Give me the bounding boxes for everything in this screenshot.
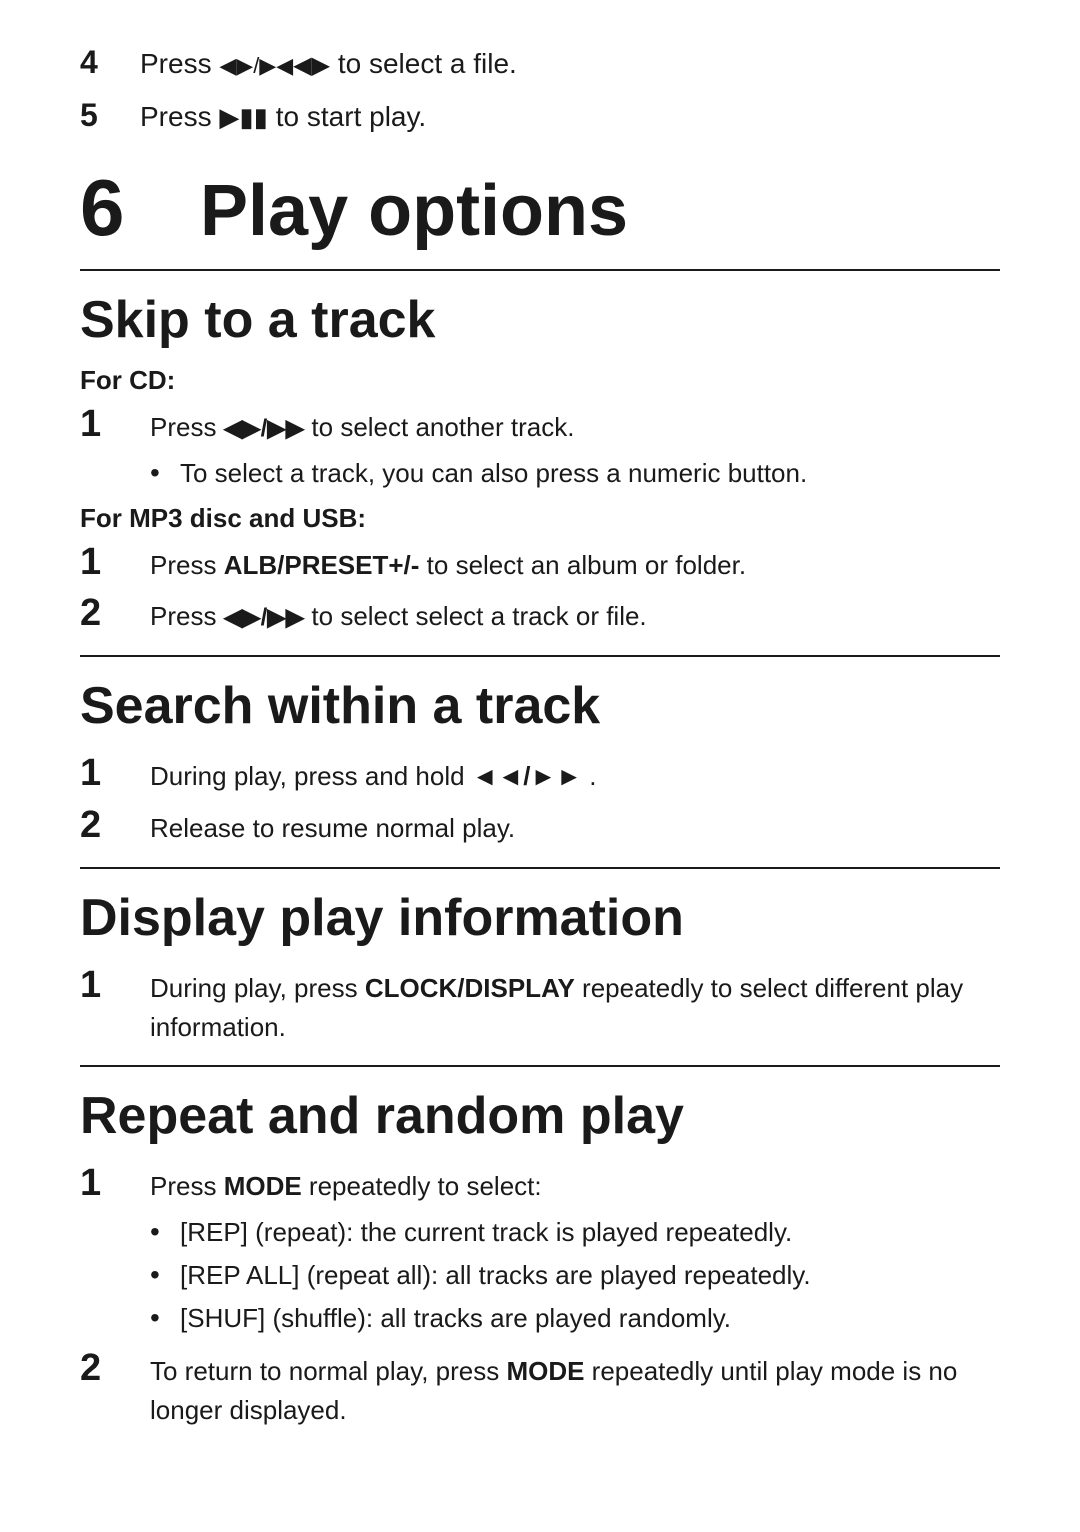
intro-step-4: 4 Press ◀▶/▶◀◀▶ to select a file. bbox=[80, 40, 1000, 85]
divider-after-skip bbox=[80, 655, 1000, 657]
skip-cd-bullet-1-text: To select a track, you can also press a … bbox=[180, 454, 807, 493]
divider-after-display bbox=[80, 1065, 1000, 1067]
skip-mp3-step-1-content: Press ALB/PRESET+/- to select an album o… bbox=[150, 546, 1000, 585]
search-step-1-content: During play, press and hold ◄◄/►► . bbox=[150, 757, 1000, 796]
intro-step-5-num: 5 bbox=[80, 93, 140, 138]
repeat-bullet-1-text: [REP] (repeat): the current track is pla… bbox=[180, 1213, 792, 1252]
section-skip-body: For CD: 1 Press ◀▶/▶▶ to select another … bbox=[80, 365, 1000, 637]
repeat-bullet-3-text: [SHUF] (shuffle): all tracks are played … bbox=[180, 1299, 731, 1338]
section-display-info: Display play information 1 During play, … bbox=[80, 887, 1000, 1047]
bullet-icon: • bbox=[150, 1216, 180, 1248]
repeat-step-2-content: To return to normal play, press MODE rep… bbox=[150, 1352, 1000, 1430]
intro-step-4-text: Press ◀▶/▶◀◀▶ to select a file. bbox=[140, 44, 517, 83]
chapter-heading: 6 Play options bbox=[80, 168, 1000, 251]
repeat-step-1: 1 Press MODE repeatedly to select: bbox=[80, 1161, 1000, 1207]
skip-mp3-step-2-content: Press ◀▶/▶▶ to select select a track or … bbox=[150, 597, 1000, 636]
skip-cd-bullet-1: • To select a track, you can also press … bbox=[150, 454, 1000, 493]
search-step-2-content: Release to resume normal play. bbox=[150, 809, 1000, 848]
intro-step-4-num: 4 bbox=[80, 40, 140, 85]
search-step-2-num: 2 bbox=[80, 803, 150, 849]
repeat-step-2: 2 To return to normal play, press MODE r… bbox=[80, 1346, 1000, 1430]
repeat-step-1-content: Press MODE repeatedly to select: bbox=[150, 1167, 1000, 1206]
chapter-num: 6 bbox=[80, 168, 180, 248]
bullet-icon: • bbox=[150, 457, 180, 489]
skip-mp3-step-1-num: 1 bbox=[80, 540, 150, 586]
section-skip-title: Skip to a track bbox=[80, 289, 1000, 351]
section-repeat-random: Repeat and random play 1 Press MODE repe… bbox=[80, 1085, 1000, 1430]
repeat-bullet-2-text: [REP ALL] (repeat all): all tracks are p… bbox=[180, 1256, 811, 1295]
label-for-cd: For CD: bbox=[80, 365, 1000, 396]
display-step-1: 1 During play, press CLOCK/DISPLAY repea… bbox=[80, 963, 1000, 1047]
label-for-mp3: For MP3 disc and USB: bbox=[80, 503, 1000, 534]
skip-cd-step-1-content: Press ◀▶/▶▶ to select another track. bbox=[150, 408, 1000, 447]
repeat-step-1-num: 1 bbox=[80, 1161, 150, 1207]
intro-step-5-text: Press ▶▮▮ to start play. bbox=[140, 97, 426, 136]
bullet-icon: • bbox=[150, 1259, 180, 1291]
display-step-1-num: 1 bbox=[80, 963, 150, 1009]
skip-cd-step-1: 1 Press ◀▶/▶▶ to select another track. bbox=[80, 402, 1000, 448]
search-step-1-num: 1 bbox=[80, 751, 150, 797]
skip-mp3-step-2: 2 Press ◀▶/▶▶ to select select a track o… bbox=[80, 591, 1000, 637]
search-step-1: 1 During play, press and hold ◄◄/►► . bbox=[80, 751, 1000, 797]
chapter-title: Play options bbox=[180, 172, 628, 251]
skip-mp3-step-1: 1 Press ALB/PRESET+/- to select an album… bbox=[80, 540, 1000, 586]
display-step-1-content: During play, press CLOCK/DISPLAY repeate… bbox=[150, 969, 1000, 1047]
skip-mp3-step-2-num: 2 bbox=[80, 591, 150, 637]
divider-after-chapter bbox=[80, 269, 1000, 271]
repeat-bullet-3: • [SHUF] (shuffle): all tracks are playe… bbox=[150, 1299, 1000, 1338]
intro-step-5: 5 Press ▶▮▮ to start play. bbox=[80, 93, 1000, 138]
section-skip-track: Skip to a track For CD: 1 Press ◀▶/▶▶ to… bbox=[80, 289, 1000, 637]
section-search-body: 1 During play, press and hold ◄◄/►► . 2 … bbox=[80, 751, 1000, 848]
repeat-step-2-num: 2 bbox=[80, 1346, 150, 1392]
section-display-body: 1 During play, press CLOCK/DISPLAY repea… bbox=[80, 963, 1000, 1047]
section-repeat-body: 1 Press MODE repeatedly to select: • [RE… bbox=[80, 1161, 1000, 1430]
repeat-bullet-2: • [REP ALL] (repeat all): all tracks are… bbox=[150, 1256, 1000, 1295]
section-display-title: Display play information bbox=[80, 887, 1000, 949]
section-repeat-title: Repeat and random play bbox=[80, 1085, 1000, 1147]
skip-cd-step-1-num: 1 bbox=[80, 402, 150, 448]
bullet-icon: • bbox=[150, 1302, 180, 1334]
divider-after-search bbox=[80, 867, 1000, 869]
repeat-bullet-1: • [REP] (repeat): the current track is p… bbox=[150, 1213, 1000, 1252]
section-search-track: Search within a track 1 During play, pre… bbox=[80, 675, 1000, 849]
intro-steps: 4 Press ◀▶/▶◀◀▶ to select a file. 5 Pres… bbox=[80, 40, 1000, 138]
section-search-title: Search within a track bbox=[80, 675, 1000, 737]
search-step-2: 2 Release to resume normal play. bbox=[80, 803, 1000, 849]
